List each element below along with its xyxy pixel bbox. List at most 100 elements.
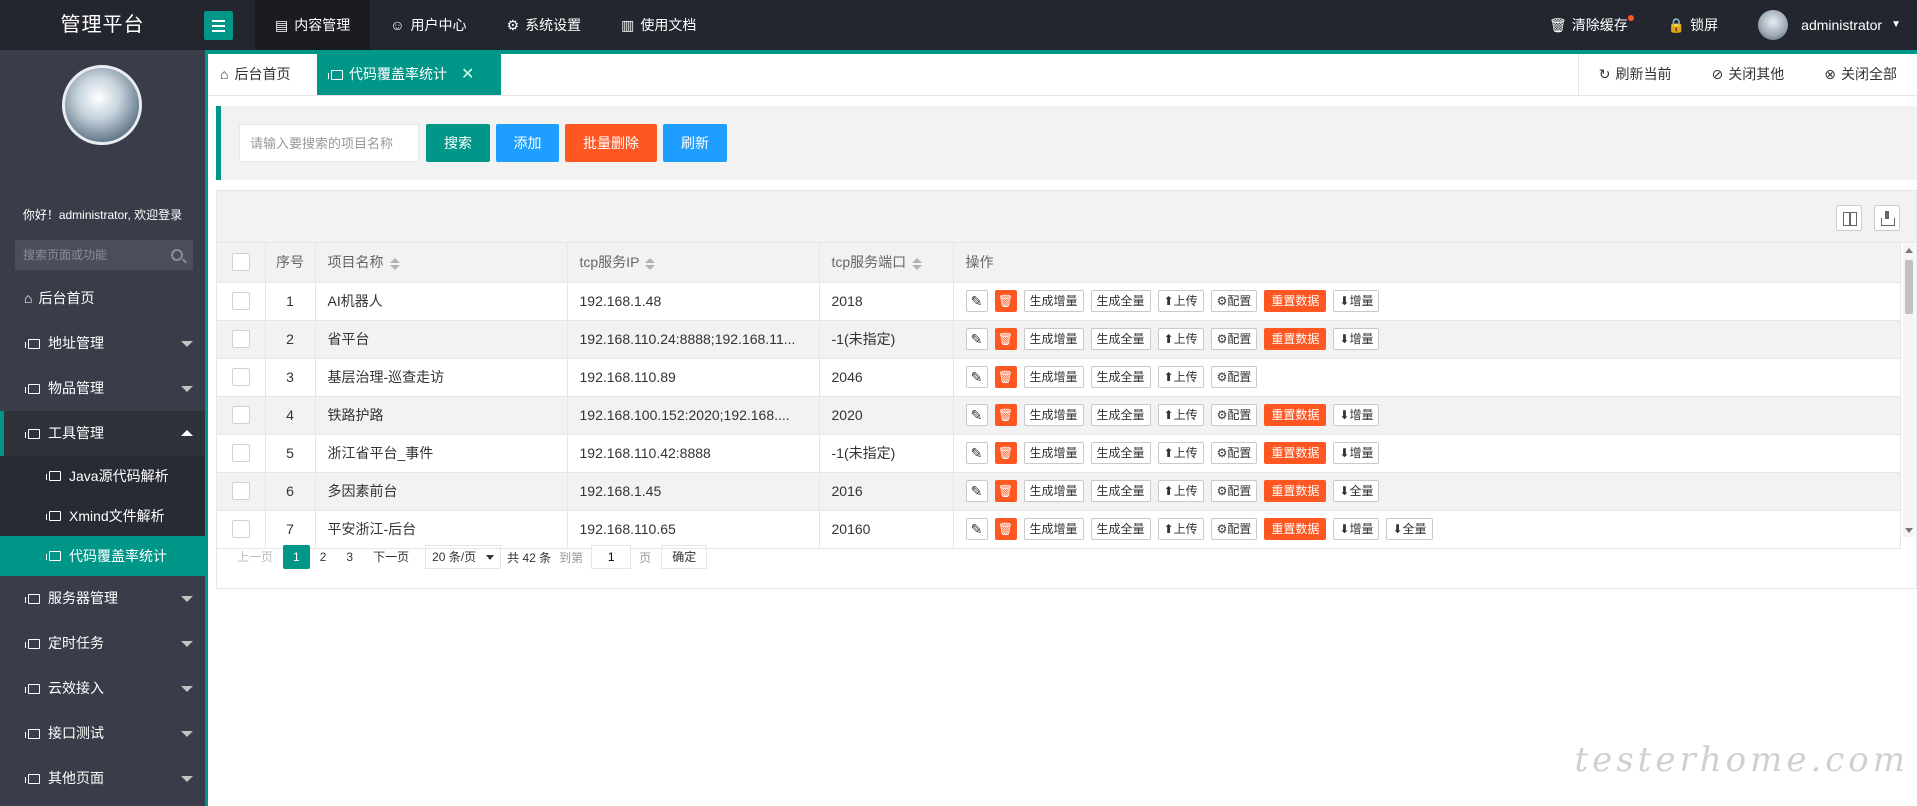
sidebar-item-2[interactable]: 物品管理 — [0, 366, 205, 411]
row-checkbox[interactable] — [231, 444, 250, 463]
op-inc-button[interactable]: ⬇增量 — [1333, 328, 1380, 350]
op-gen_full-button[interactable]: 生成全量 — [1090, 442, 1151, 464]
page-size-select[interactable]: 20 条/页 — [425, 545, 502, 569]
col-name[interactable]: 项目名称 — [315, 243, 568, 283]
op-gen_full-button[interactable]: 生成全量 — [1090, 328, 1151, 350]
delete-icon[interactable]: 🗑 — [994, 404, 1017, 426]
edit-icon[interactable]: ✎ — [965, 480, 988, 502]
scroll-up-icon[interactable] — [1905, 248, 1913, 253]
table-row[interactable]: 3 基层治理-巡查走访 192.168.110.89 2046 ✎ 🗑 生成增量 生成全量 ⬆上… — [217, 358, 1901, 397]
tab-coverage[interactable]: 代码覆盖率统计 ✕ — [317, 54, 501, 95]
user-menu[interactable]: administrator ▼ — [1738, 0, 1917, 50]
op-config-button[interactable]: ⚙配置 — [1210, 328, 1258, 350]
edit-icon[interactable]: ✎ — [965, 366, 988, 388]
sidebar-search-input[interactable] — [15, 240, 193, 270]
op-gen_inc-button[interactable]: 生成增量 — [1023, 290, 1084, 312]
op-reset-button[interactable]: 重置数据 — [1264, 404, 1327, 426]
columns-icon[interactable] — [1836, 205, 1862, 231]
col-port[interactable]: tcp服务端口 — [819, 243, 954, 283]
row-checkbox-cell[interactable] — [217, 358, 266, 397]
op-inc-button[interactable]: ⬇增量 — [1333, 290, 1380, 312]
row-checkbox-cell[interactable] — [217, 434, 266, 473]
sidebar-item-3[interactable]: 工具管理 — [0, 411, 205, 456]
op-config-button[interactable]: ⚙配置 — [1210, 290, 1258, 312]
topnav-item-2[interactable]: ⚙ 系统设置 — [487, 0, 602, 50]
scroll-down-icon[interactable] — [1905, 528, 1913, 533]
row-checkbox-cell[interactable] — [217, 472, 266, 511]
op-gen_inc-button[interactable]: 生成增量 — [1023, 442, 1084, 464]
op-gen_full-button[interactable]: 生成全量 — [1090, 404, 1151, 426]
select-all-checkbox-cell[interactable] — [217, 243, 266, 283]
close-others-button[interactable]: ⊘ 关闭其他 — [1692, 54, 1805, 95]
op-reset-button[interactable]: 重置数据 — [1264, 442, 1327, 464]
close-all-button[interactable]: ⊗ 关闭全部 — [1804, 54, 1917, 95]
sidebar-item-8[interactable]: 其他页面 — [0, 756, 205, 801]
op-inc-button[interactable]: ⬇增量 — [1333, 442, 1380, 464]
close-icon[interactable]: ✕ — [461, 54, 474, 95]
op-gen_inc-button[interactable]: 生成增量 — [1023, 366, 1084, 388]
sidebar-item-0[interactable]: ⌂ 后台首页 — [0, 276, 205, 321]
add-button[interactable]: 添加 — [496, 124, 559, 162]
menu-toggle-button[interactable] — [204, 11, 233, 40]
sort-icon[interactable] — [645, 257, 656, 270]
topnav-item-0[interactable]: ▤ 内容管理 — [255, 0, 371, 50]
table-row[interactable]: 6 多因素前台 192.168.1.45 2016 ✎ 🗑 生成增量 生成全量 ⬆上传 ⚙配置 重置… — [217, 472, 1901, 511]
project-search-input[interactable] — [239, 124, 419, 162]
edit-icon[interactable]: ✎ — [965, 404, 988, 426]
next-page-button[interactable]: 下一页 — [363, 545, 419, 569]
op-reset-button[interactable]: 重置数据 — [1264, 480, 1327, 502]
op-upload-button[interactable]: ⬆上传 — [1157, 404, 1204, 426]
row-checkbox-cell[interactable] — [217, 282, 266, 321]
delete-icon[interactable]: 🗑 — [994, 442, 1017, 464]
op-inc-button[interactable]: ⬇增量 — [1333, 404, 1380, 426]
sidebar-item-5[interactable]: 定时任务 — [0, 621, 205, 666]
table-scrollbar[interactable] — [1903, 244, 1915, 537]
op-config-button[interactable]: ⚙配置 — [1210, 480, 1258, 502]
edit-icon[interactable]: ✎ — [965, 328, 988, 350]
op-upload-button[interactable]: ⬆上传 — [1157, 480, 1204, 502]
row-checkbox[interactable] — [231, 406, 250, 425]
op-config-button[interactable]: ⚙配置 — [1210, 366, 1258, 388]
sidebar-item-7[interactable]: 接口测试 — [0, 711, 205, 756]
op-config-button[interactable]: ⚙配置 — [1210, 404, 1258, 426]
sidebar-item-4[interactable]: 服务器管理 — [0, 576, 205, 621]
search-icon[interactable] — [171, 249, 183, 261]
op-gen_full-button[interactable]: 生成全量 — [1090, 290, 1151, 312]
export-icon[interactable] — [1874, 205, 1900, 231]
goto-page-input[interactable] — [591, 545, 632, 569]
delete-icon[interactable]: 🗑 — [994, 480, 1017, 502]
sort-icon[interactable] — [912, 257, 923, 270]
op-full-button[interactable]: ⬇全量 — [1333, 480, 1380, 502]
op-gen_inc-button[interactable]: 生成增量 — [1023, 328, 1084, 350]
row-checkbox[interactable] — [231, 368, 250, 387]
prev-page-button[interactable]: 上一页 — [227, 545, 283, 569]
page-number-button[interactable]: 1 — [283, 545, 310, 569]
op-gen_full-button[interactable]: 生成全量 — [1090, 480, 1151, 502]
op-upload-button[interactable]: ⬆上传 — [1157, 290, 1204, 312]
row-checkbox[interactable] — [231, 482, 250, 501]
row-checkbox-cell[interactable] — [217, 320, 266, 359]
delete-icon[interactable]: 🗑 — [994, 290, 1017, 312]
goto-confirm-button[interactable]: 确定 — [661, 545, 708, 569]
scroll-thumb[interactable] — [1905, 260, 1913, 314]
edit-icon[interactable]: ✎ — [965, 290, 988, 312]
delete-icon[interactable]: 🗑 — [994, 366, 1017, 388]
row-checkbox-cell[interactable] — [217, 396, 266, 435]
op-reset-button[interactable]: 重置数据 — [1264, 290, 1327, 312]
col-ip[interactable]: tcp服务IP — [567, 243, 820, 283]
row-checkbox[interactable] — [231, 292, 250, 311]
sidebar-item-1[interactable]: 地址管理 — [0, 321, 205, 366]
sidebar-subitem-0[interactable]: Java源代码解析 — [0, 456, 205, 496]
table-row[interactable]: 2 省平台 192.168.110.24:8888;192.168.11... -1(… — [217, 320, 1901, 359]
table-row[interactable]: 5 浙江省平台_事件 192.168.110.42:8888 -1(未指定) ✎ 🗑 生成增… — [217, 434, 1901, 473]
search-button[interactable]: 搜索 — [426, 124, 490, 162]
op-gen_full-button[interactable]: 生成全量 — [1090, 366, 1151, 388]
op-upload-button[interactable]: ⬆上传 — [1157, 328, 1204, 350]
sort-icon[interactable] — [389, 257, 400, 270]
op-upload-button[interactable]: ⬆上传 — [1157, 442, 1204, 464]
clear-cache-button[interactable]: 🗑 清除缓存 — [1529, 0, 1648, 50]
sidebar-subitem-1[interactable]: Xmind文件解析 — [0, 496, 205, 536]
row-checkbox[interactable] — [231, 330, 250, 349]
topnav-item-3[interactable]: ▥ 使用文档 — [601, 0, 716, 50]
sidebar-item-6[interactable]: 云效接入 — [0, 666, 205, 711]
